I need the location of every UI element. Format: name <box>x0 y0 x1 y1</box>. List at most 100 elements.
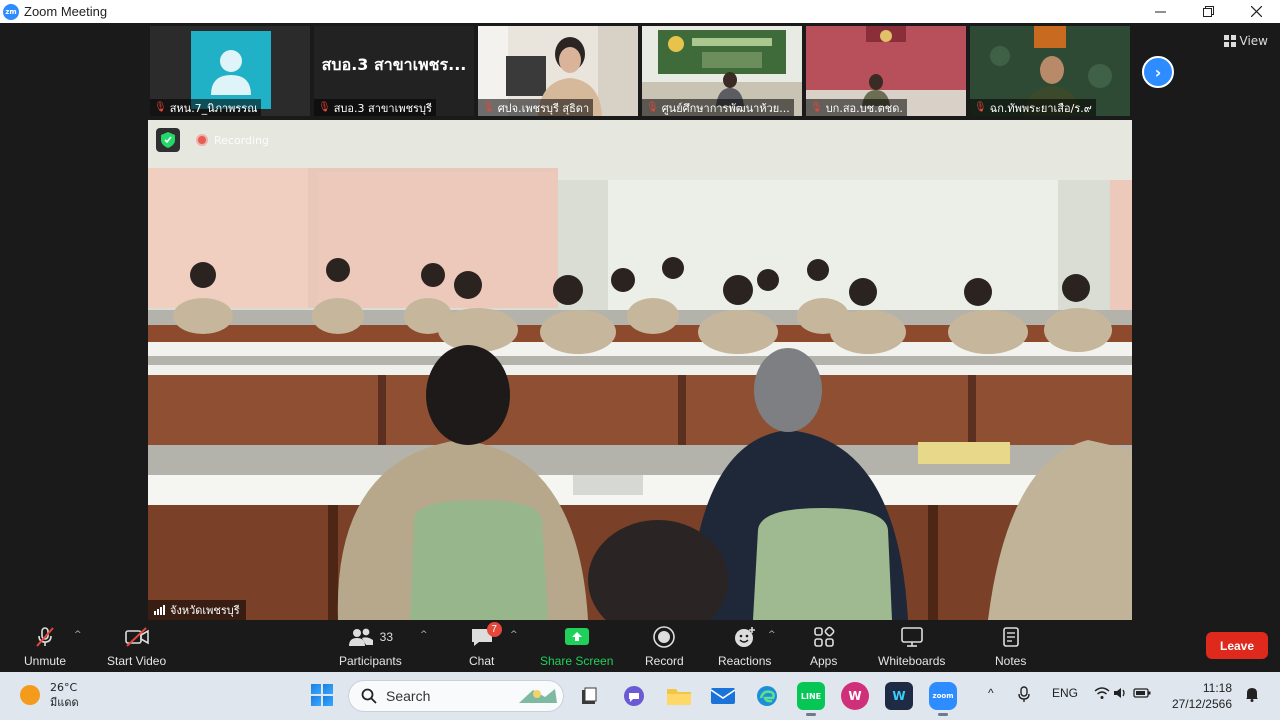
minimize-button[interactable] <box>1136 0 1184 23</box>
video-off-icon <box>124 624 150 650</box>
wps-icon: W <box>848 689 862 703</box>
folder-icon <box>667 689 691 705</box>
search-highlight-icon <box>519 689 557 703</box>
participant-tile[interactable]: 🎙︎ บก.สอ.บช.ตชด. <box>806 26 966 116</box>
weather-widget[interactable]: 26°C มีแดด <box>20 680 79 710</box>
notes-button[interactable]: Notes <box>995 624 1026 668</box>
participant-tile[interactable]: 🎙︎ ศปจ.เพชรบุรี สุธิดา <box>478 26 638 116</box>
recording-status[interactable]: Recording <box>188 129 277 151</box>
meeting-room-scene <box>148 120 1132 620</box>
participant-name: 🎙︎ สบอ.3 สาขาเพชรบุรี <box>314 99 436 116</box>
record-dot-icon <box>196 134 208 146</box>
whiteboard-icon <box>900 624 924 650</box>
minimize-icon <box>1154 11 1166 13</box>
encryption-shield-icon[interactable] <box>156 128 180 152</box>
webex-app-button[interactable]: W <box>885 682 913 710</box>
mic-muted-icon: 🎙︎ <box>810 102 823 113</box>
webex-icon: W <box>892 689 906 703</box>
reactions-button[interactable]: Reactions <box>718 624 771 668</box>
chat-options-caret[interactable]: ^ <box>510 630 518 640</box>
recording-indicator: Recording <box>156 128 277 152</box>
wifi-icon <box>1094 687 1110 699</box>
participants-icon <box>348 628 373 646</box>
maximize-button[interactable] <box>1184 0 1232 23</box>
zoom-logo-icon: zm <box>3 3 19 20</box>
system-clock[interactable]: 11:18 27/12/2566 <box>1172 680 1232 712</box>
edge-icon <box>757 686 777 706</box>
record-icon <box>652 624 676 650</box>
clock-time: 11:18 <box>1202 681 1232 695</box>
avatar <box>191 31 271 109</box>
participant-name: 🎙︎ ฉก.ทัพพระยาเสือ/ร.๙ <box>970 99 1096 116</box>
network-and-volume[interactable] <box>1094 686 1151 703</box>
window-controls <box>1136 0 1280 23</box>
window-title: Zoom Meeting <box>24 4 108 19</box>
mic-muted-icon: 🎙︎ <box>482 102 495 113</box>
signal-strength-icon <box>154 605 165 615</box>
participant-name: 🎙︎ ศูนย์ศึกษาการพัฒนาห้วย... <box>642 99 794 116</box>
default-user-icon <box>211 50 251 95</box>
chat-unread-badge: 7 <box>486 622 502 637</box>
mail-icon <box>710 688 736 704</box>
chat-app-icon <box>624 686 644 706</box>
apps-button[interactable]: Apps <box>810 624 837 668</box>
notes-icon <box>1001 624 1021 650</box>
clock-date: 27/12/2566 <box>1171 697 1232 711</box>
sun-icon <box>20 685 40 705</box>
record-button[interactable]: Record <box>645 624 684 668</box>
weather-description: มีแดด <box>50 696 79 709</box>
smiley-icon <box>733 624 757 650</box>
chevron-right-icon: › <box>1154 62 1162 82</box>
start-video-button[interactable]: Start Video <box>107 624 166 668</box>
participants-button[interactable]: 33 Participants <box>339 624 402 668</box>
participant-tile[interactable]: 🎙︎ สหน.7_นิภาพรรณ <box>150 26 310 116</box>
participant-name: 🎙︎ ศปจ.เพชรบุรี สุธิดา <box>478 99 594 116</box>
start-button[interactable] <box>311 684 333 706</box>
meeting-stage: 🎙︎ สหน.7_นิภาพรรณ สบอ.3 สาขาเพชร... 🎙︎ ส… <box>0 23 1280 620</box>
close-icon <box>1250 6 1262 17</box>
volume-icon <box>1114 688 1125 698</box>
title-bar: zm Zoom Meeting <box>0 0 1280 23</box>
mic-muted-icon: 🎙︎ <box>154 102 167 113</box>
line-app-button[interactable]: LINE <box>797 682 825 716</box>
participant-name: 🎙︎ บก.สอ.บช.ตชด. <box>806 99 907 116</box>
teams-app-button[interactable] <box>620 682 648 710</box>
gallery-strip: 🎙︎ สหน.7_นิภาพรรณ สบอ.3 สาขาเพชร... 🎙︎ ส… <box>150 26 1130 116</box>
reactions-options-caret[interactable]: ^ <box>768 630 776 640</box>
grid-view-icon <box>1223 35 1236 47</box>
show-hidden-icons-button[interactable]: ^ <box>988 686 994 700</box>
apps-icon <box>813 624 835 650</box>
participant-tile[interactable]: 🎙︎ ศูนย์ศึกษาการพัฒนาห้วย... <box>642 26 802 116</box>
wps-app-button[interactable]: W <box>841 682 869 710</box>
mic-muted-icon: 🎙︎ <box>646 102 659 113</box>
participants-options-caret[interactable]: ^ <box>420 630 428 640</box>
file-icon <box>582 687 597 704</box>
participant-name: 🎙︎ สหน.7_นิภาพรรณ <box>150 99 262 116</box>
mic-muted-icon: 🎙︎ <box>974 102 987 113</box>
participant-tile[interactable]: สบอ.3 สาขาเพชร... 🎙︎ สบอ.3 สาขาเพชรบุรี <box>314 26 474 116</box>
share-screen-button[interactable]: Share Screen <box>540 624 613 668</box>
close-button[interactable] <box>1232 0 1280 23</box>
leave-button[interactable]: Leave <box>1206 632 1268 659</box>
unmute-button[interactable]: Unmute <box>24 624 66 668</box>
meeting-toolbar: Unmute ^ Start Video 33 Participants ^ 7… <box>0 620 1280 672</box>
next-page-button[interactable]: › <box>1142 56 1174 88</box>
task-view-button[interactable] <box>575 682 603 710</box>
chat-button[interactable]: 7 Chat <box>469 622 502 668</box>
microphone-icon[interactable] <box>1018 686 1030 705</box>
taskbar-search[interactable] <box>348 680 564 712</box>
share-screen-icon <box>564 624 590 650</box>
edge-browser-button[interactable] <box>753 682 781 710</box>
audio-options-caret[interactable]: ^ <box>74 630 82 640</box>
whiteboards-button[interactable]: Whiteboards <box>878 624 945 668</box>
zoom-app-button[interactable]: zoom <box>929 682 957 716</box>
file-explorer-button[interactable] <box>665 682 693 710</box>
active-speaker-video[interactable]: Recording จังหวัดเพชรบุรี <box>148 120 1132 620</box>
search-input[interactable] <box>386 688 506 704</box>
input-language[interactable]: ENG <box>1052 686 1078 700</box>
notifications-bell-icon[interactable] <box>1245 686 1259 705</box>
participant-tile[interactable]: 🎙︎ ฉก.ทัพพระยาเสือ/ร.๙ <box>970 26 1130 116</box>
line-icon: LINE <box>800 691 822 701</box>
mail-app-button[interactable] <box>709 682 737 710</box>
view-button[interactable]: View <box>1223 34 1268 48</box>
